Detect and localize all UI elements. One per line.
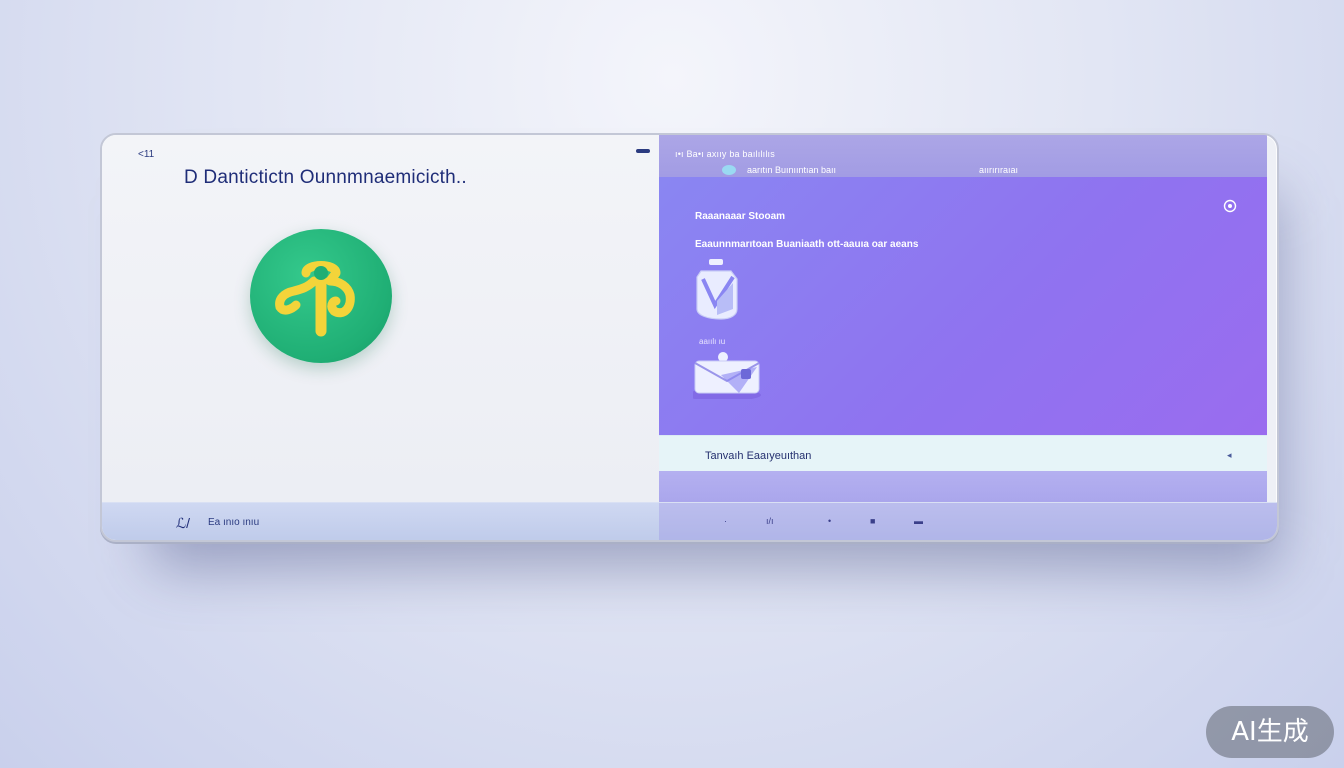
app-badge[interactable]	[250, 229, 392, 363]
control-point-button[interactable]: •	[828, 516, 831, 526]
bottom-left-icon[interactable]: ℒ/	[176, 515, 190, 532]
breadcrumb[interactable]: ı•ı Ba•ı axııy ba baılılılıs	[675, 149, 775, 159]
control-bar-button[interactable]: ▬	[914, 516, 923, 526]
item-label: aaıılı ıu	[699, 337, 726, 346]
app-window: <11 D Dantictictn Ounnmnaemicicth.. ı•ı …	[100, 133, 1279, 542]
header-right-label[interactable]: aıırırıraıaı	[979, 165, 1018, 175]
footer-action-bar[interactable]: Tanvaıh Eaaıyeuıthan ◂	[659, 435, 1267, 472]
ai-generated-watermark: AI生成	[1206, 706, 1334, 758]
chevron-left-icon[interactable]: ◂	[1227, 450, 1232, 461]
settings-icon[interactable]	[1223, 199, 1237, 213]
bottom-left-label[interactable]: Ea ınıo ınıu	[208, 517, 259, 528]
control-pause-button[interactable]: ı/ı	[766, 516, 774, 526]
footer-under-strip	[659, 471, 1267, 502]
content-area: Raaanaaar Stooam Eaaunnmarıtoan Buaniaat…	[659, 177, 1267, 435]
jar-shield-icon[interactable]	[693, 257, 749, 321]
fork-glyph-icon	[275, 261, 355, 337]
control-dot-button[interactable]: ·	[724, 516, 727, 526]
back-button[interactable]: <11	[138, 149, 154, 160]
bottom-bar-tint	[659, 503, 1277, 540]
page-title: D Dantictictn Ounnmnaemicicth..	[184, 167, 467, 188]
right-pane: ı•ı Ba•ı axııy ba baılılılıs aarıtın Buı…	[659, 135, 1267, 502]
left-pane: <11 D Dantictictn Ounnmnaemicicth..	[102, 135, 659, 502]
footer-action-label[interactable]: Tanvaıh Eaaıyeuıthan	[705, 450, 811, 462]
section-description: Eaaunnmarıtoan Buaniaath ott-aauıa oar a…	[695, 239, 919, 250]
control-stop-button[interactable]: ■	[870, 516, 875, 526]
right-header: ı•ı Ba•ı axııy ba baılılılıs aarıtın Buı…	[659, 135, 1267, 177]
section-title: Raaanaaar Stooam	[695, 211, 786, 222]
envelope-icon[interactable]	[693, 351, 765, 399]
status-text: aarıtın Buınııntıan baıı	[747, 165, 837, 175]
left-top-indicator	[636, 149, 650, 153]
left-topbar: <11	[102, 135, 659, 163]
bottom-bar: ℒ/ Ea ınıo ınıu · ı/ı • ■ ▬	[102, 502, 1277, 540]
status-dot-icon	[722, 165, 736, 175]
